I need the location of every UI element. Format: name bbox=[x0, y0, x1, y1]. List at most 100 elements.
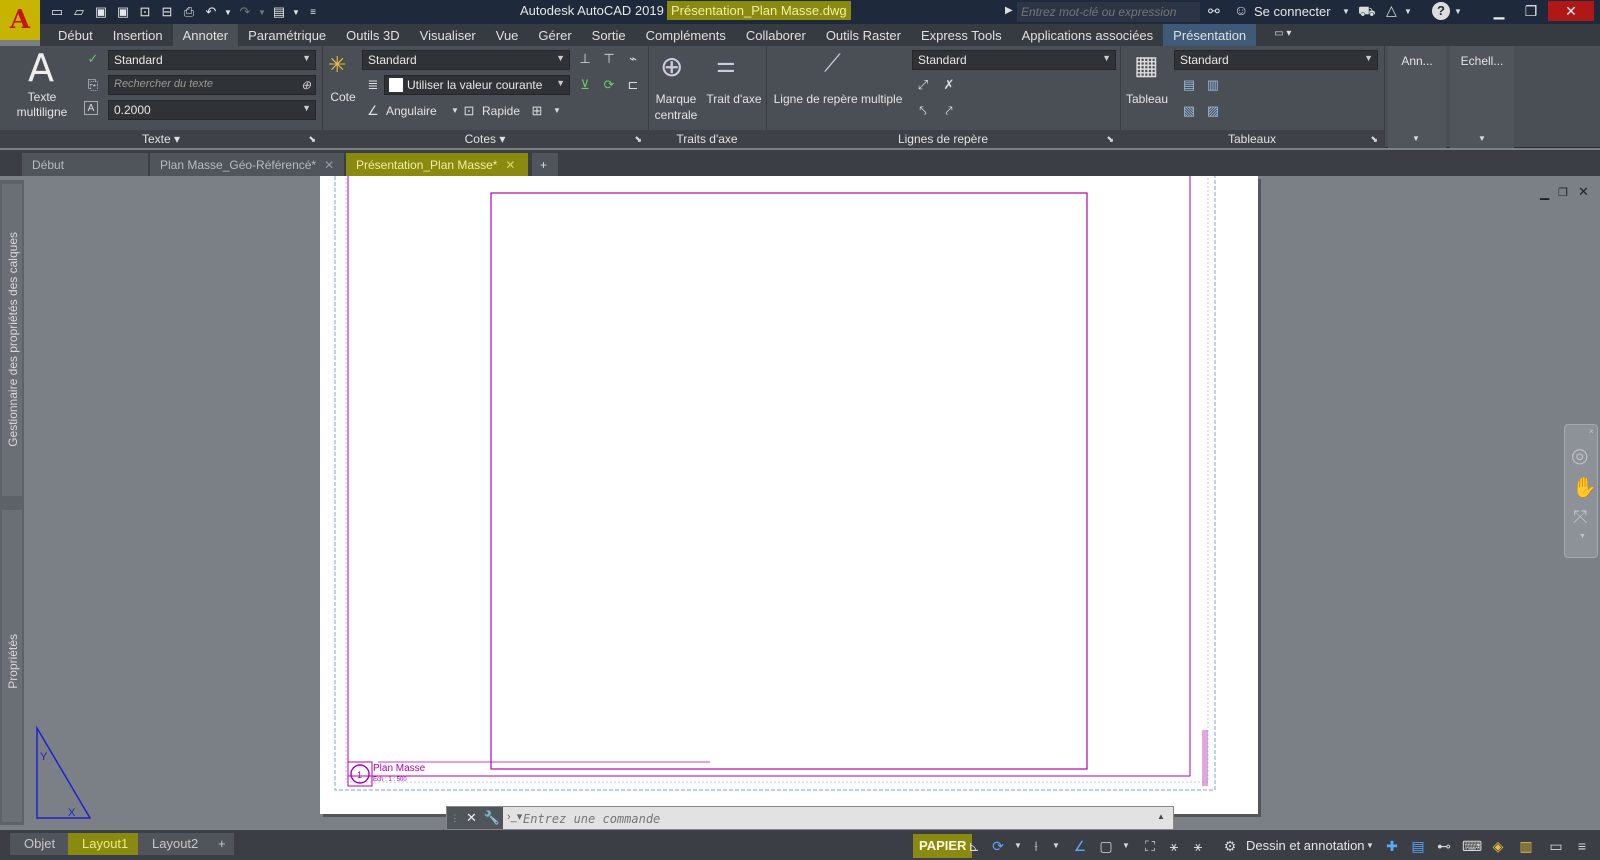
annotation-scaling-panel[interactable]: Ann... ▼ bbox=[1388, 46, 1446, 148]
help-dropdown-icon[interactable]: ▼ bbox=[1454, 7, 1462, 16]
ortho-dropdown-icon[interactable]: ▼ bbox=[1046, 836, 1066, 856]
snap-icon[interactable]: ⟳ bbox=[988, 836, 1008, 856]
dim-space-icon[interactable]: ⊥ bbox=[576, 50, 594, 68]
a360-icon[interactable]: △ bbox=[1386, 2, 1397, 19]
quick-properties-icon[interactable]: ⊷ bbox=[1434, 836, 1454, 856]
ortho-icon[interactable]: ⟊ bbox=[1026, 836, 1046, 856]
continue-dropdown-icon[interactable]: ▼ bbox=[548, 102, 566, 120]
redo-dropdown-icon[interactable]: ▼ bbox=[258, 3, 266, 21]
viewport-minimize-icon[interactable]: ▁ bbox=[1540, 186, 1549, 200]
command-history-icon[interactable]: ▲ bbox=[1157, 812, 1165, 821]
close-command-icon[interactable]: ✕ bbox=[466, 810, 477, 826]
undo-dropdown-icon[interactable]: ▼ bbox=[224, 3, 232, 21]
table-button[interactable]: ▦ Tableau bbox=[1122, 50, 1172, 110]
tab-outils-raster[interactable]: Outils Raster bbox=[816, 24, 911, 46]
cart-icon[interactable]: ⛟ bbox=[1358, 3, 1376, 22]
leader-panel-label[interactable]: Lignes de repère ⬊ bbox=[766, 130, 1120, 148]
extract-data-icon[interactable]: ▤ bbox=[1180, 76, 1198, 94]
centerline-button[interactable]: ⚌ Trait d'axe bbox=[702, 50, 766, 110]
search-input[interactable] bbox=[1017, 2, 1200, 22]
close-icon[interactable]: ✕ bbox=[324, 158, 334, 172]
add-leader-icon[interactable]: ⤢ bbox=[914, 76, 932, 94]
find-text-input[interactable]: Rechercher du texte ⊕ bbox=[108, 75, 316, 95]
tab-annoter[interactable]: Annoter bbox=[172, 24, 239, 46]
new-file-icon[interactable]: ▭ bbox=[48, 3, 66, 21]
dim-break-icon[interactable]: ⊤ bbox=[600, 50, 618, 68]
table-panel-label[interactable]: Tableaux ⬊ bbox=[1120, 130, 1384, 148]
layer-manager-palette-tab[interactable]: Gestionnaire des propriétés des calques bbox=[2, 184, 22, 496]
annotation-visibility-icon[interactable]: ⚹ bbox=[1164, 836, 1184, 856]
app-menu-button[interactable]: A bbox=[0, 0, 40, 40]
customize-menu-icon[interactable]: ≡ bbox=[1572, 836, 1592, 856]
tab-debut[interactable]: Début bbox=[40, 24, 103, 46]
undo-icon[interactable]: ↶ bbox=[202, 3, 220, 21]
text-panel-label[interactable]: Texte ▾ ⬊ bbox=[0, 130, 322, 148]
layout-tab-layout1[interactable]: Layout1 bbox=[68, 833, 143, 855]
qat-dropdown-icon[interactable]: ▼ bbox=[292, 3, 300, 21]
auto-scale-icon[interactable]: ⚹ bbox=[1188, 836, 1208, 856]
doc-tab-plan-masse-geo[interactable]: Plan Masse_Géo-Référencé* ✕ bbox=[150, 153, 344, 176]
multiline-text-button[interactable]: A Texte multiligne bbox=[8, 46, 76, 128]
dimension-button[interactable]: ✳ Cote bbox=[324, 50, 362, 110]
a360-dropdown-icon[interactable]: ▼ bbox=[1404, 7, 1412, 16]
multileader-button[interactable]: ⟋ Ligne de repère multiple bbox=[768, 50, 908, 110]
spell-check-icon[interactable]: ✓ bbox=[84, 50, 102, 68]
osnap-dropdown-icon[interactable]: ▼ bbox=[1116, 836, 1136, 856]
workspace-switch[interactable]: Dessin et annotation bbox=[1246, 838, 1365, 853]
grid-icon[interactable]: ⊾ bbox=[964, 836, 984, 856]
open-folder-icon[interactable]: ▱ bbox=[70, 3, 88, 21]
link-data-icon[interactable]: ▥ bbox=[1204, 76, 1222, 94]
sign-in-button[interactable]: Se connecter bbox=[1254, 4, 1331, 19]
collect-leader-icon[interactable]: ⤤ bbox=[940, 102, 958, 120]
tab-presentation[interactable]: Présentation bbox=[1163, 24, 1257, 46]
zoom-extents-icon[interactable]: ⤧ bbox=[1573, 507, 1587, 528]
text-height-icon[interactable]: A bbox=[84, 101, 98, 115]
remove-leader-icon[interactable]: ✗ bbox=[940, 76, 958, 94]
dim-reassociate-icon[interactable]: ⊏ bbox=[624, 76, 642, 94]
command-prompt-icon[interactable]: ›_▾ bbox=[507, 810, 522, 823]
layout-tab-model[interactable]: Objet bbox=[10, 833, 70, 855]
table-style-select[interactable]: Standard ▼ bbox=[1174, 50, 1378, 70]
lock-ui-icon[interactable]: ⌨ bbox=[1462, 836, 1482, 856]
match-properties-icon[interactable]: ▤ bbox=[270, 3, 288, 21]
close-window-button[interactable]: ✕ bbox=[1548, 1, 1594, 21]
tab-vue[interactable]: Vue bbox=[486, 24, 529, 46]
save-as-icon[interactable]: ▣ bbox=[114, 3, 132, 21]
workspace-gear-icon[interactable]: ⚙ bbox=[1220, 836, 1240, 856]
clean-screen-icon[interactable]: ▭ bbox=[1546, 836, 1566, 856]
find-text-icon[interactable]: ⎘ bbox=[84, 76, 102, 94]
doc-tab-presentation[interactable]: Présentation_Plan Masse* ✕ bbox=[346, 153, 528, 176]
search-expand-icon[interactable]: ▶ bbox=[1005, 5, 1013, 16]
dim-style-select[interactable]: Standard ▼ bbox=[362, 50, 570, 70]
tab-outils-3d[interactable]: Outils 3D bbox=[336, 24, 409, 46]
snap-dropdown-icon[interactable]: ▼ bbox=[1008, 836, 1028, 856]
tab-parametrique[interactable]: Paramétrique bbox=[238, 24, 336, 46]
navbar-close-icon[interactable]: × bbox=[1589, 427, 1594, 436]
steering-wheel-icon[interactable]: ◎ bbox=[1571, 443, 1588, 468]
dim-inspect-icon[interactable]: ⊻ bbox=[576, 76, 594, 94]
doc-tab-debut[interactable]: Début bbox=[22, 153, 148, 176]
mleader-style-select[interactable]: Standard ▼ bbox=[912, 50, 1116, 70]
signin-dropdown-icon[interactable]: ▼ bbox=[1342, 7, 1350, 16]
text-height-select[interactable]: 0.2000 ▼ bbox=[108, 100, 316, 120]
restore-window-button[interactable]: ❐ bbox=[1516, 1, 1546, 21]
tab-express-tools[interactable]: Express Tools bbox=[911, 24, 1012, 46]
annotation-monitor-icon[interactable]: ✚ bbox=[1382, 836, 1402, 856]
qat-customize-icon[interactable]: ≡ bbox=[304, 3, 322, 21]
tab-gerer[interactable]: Gérer bbox=[528, 24, 581, 46]
dim-jog-icon[interactable]: ⌁ bbox=[624, 50, 642, 68]
polar-icon[interactable]: ∠ bbox=[1070, 836, 1090, 856]
osnap-icon[interactable]: ▢ bbox=[1096, 836, 1116, 856]
redo-icon[interactable]: ↷ bbox=[236, 3, 254, 21]
text-style-select[interactable]: Standard ▼ bbox=[108, 50, 316, 70]
grip-icon[interactable]: ⋮ bbox=[450, 813, 459, 824]
find-search-icon[interactable]: ⊕ bbox=[301, 78, 311, 92]
tab-sortie[interactable]: Sortie bbox=[582, 24, 636, 46]
customize-wrench-icon[interactable]: 🔧 bbox=[483, 810, 499, 826]
viewport-restore-icon[interactable]: ❐ bbox=[1558, 186, 1568, 199]
new-tab-button[interactable]: + bbox=[532, 153, 558, 176]
continue-dim-icon[interactable]: ⊞ bbox=[528, 102, 546, 120]
quick-dim-button[interactable]: Rapide bbox=[482, 104, 520, 119]
plot-icon[interactable]: ⎙ bbox=[180, 3, 198, 21]
tab-complements[interactable]: Compléments bbox=[636, 24, 736, 46]
